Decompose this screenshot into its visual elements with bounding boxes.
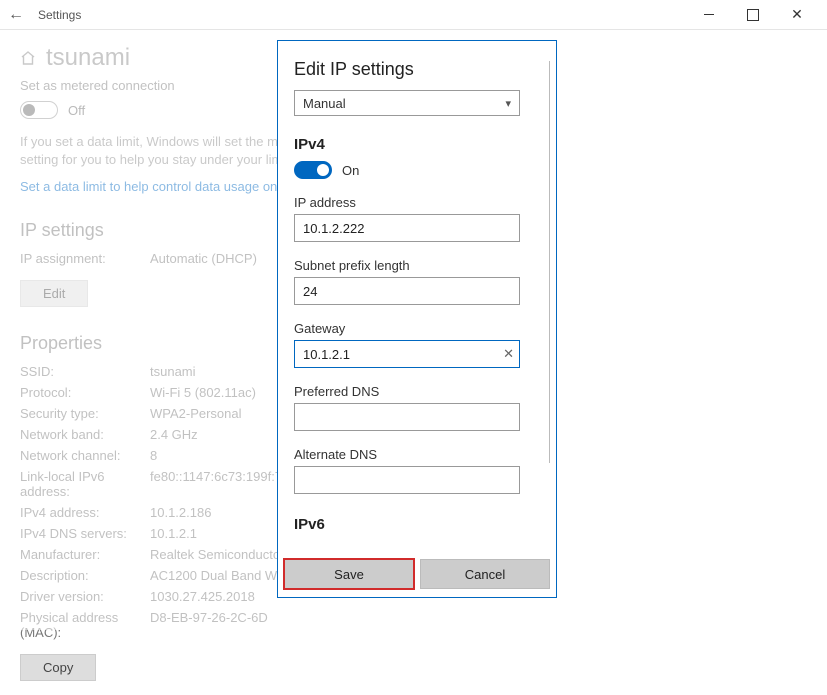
clear-input-icon[interactable]: ✕ bbox=[503, 340, 514, 368]
minimize-button[interactable] bbox=[687, 1, 731, 29]
back-button[interactable]: ← bbox=[8, 6, 28, 24]
save-button[interactable]: Save bbox=[284, 559, 414, 589]
subnet-label: Subnet prefix length bbox=[294, 258, 540, 273]
subnet-input[interactable] bbox=[294, 277, 520, 305]
scrollbar[interactable] bbox=[549, 61, 550, 463]
ip-address-label: IP address bbox=[294, 195, 540, 210]
preferred-dns-label: Preferred DNS bbox=[294, 384, 540, 399]
ipv6-heading: IPv6 bbox=[294, 516, 540, 533]
copy-button[interactable]: Copy bbox=[20, 654, 96, 681]
ipv4-toggle-state: On bbox=[342, 163, 359, 178]
ip-address-input[interactable] bbox=[294, 214, 520, 242]
gateway-input[interactable] bbox=[294, 340, 520, 368]
preferred-dns-input[interactable] bbox=[294, 403, 520, 431]
alternate-dns-label: Alternate DNS bbox=[294, 447, 540, 462]
window-title: Settings bbox=[38, 8, 81, 22]
ip-mode-value: Manual bbox=[303, 96, 346, 111]
ip-mode-select[interactable]: Manual ▾ bbox=[294, 90, 520, 116]
ipv4-heading: IPv4 bbox=[294, 136, 540, 153]
dialog-title: Edit IP settings bbox=[294, 59, 540, 80]
close-button[interactable]: ✕ bbox=[775, 1, 819, 29]
cancel-button[interactable]: Cancel bbox=[420, 559, 550, 589]
titlebar: ← Settings ✕ bbox=[0, 0, 827, 30]
maximize-button[interactable] bbox=[731, 1, 775, 29]
edit-ip-settings-dialog: Edit IP settings Manual ▾ IPv4 On IP add… bbox=[277, 40, 557, 598]
ipv4-toggle[interactable] bbox=[294, 161, 332, 179]
chevron-down-icon: ▾ bbox=[505, 97, 511, 110]
alternate-dns-input[interactable] bbox=[294, 466, 520, 494]
gateway-label: Gateway bbox=[294, 321, 540, 336]
